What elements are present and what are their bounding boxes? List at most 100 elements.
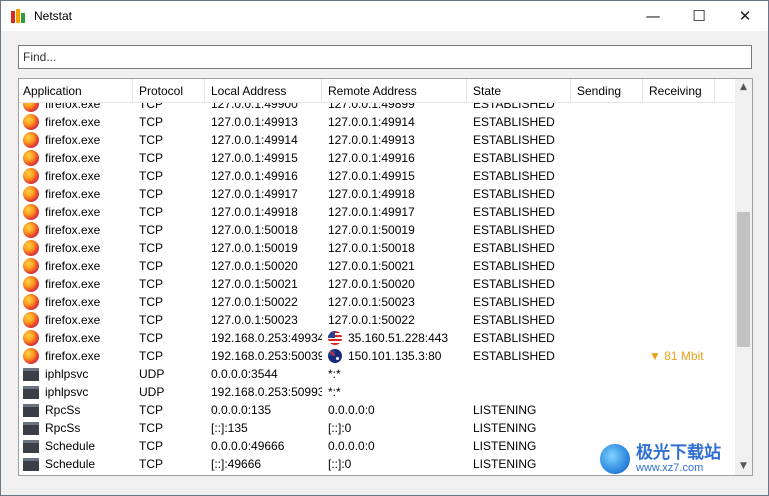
protocol-value: UDP [139,385,165,399]
cell-protocol: TCP [133,167,205,185]
cell-local-address: 127.0.0.1:49914 [205,131,322,149]
column-protocol[interactable]: Protocol [133,79,205,103]
cell-application: iphlpsvc [19,365,133,383]
cell-remote-address: *:* [322,365,467,383]
firefox-icon [23,330,39,346]
application-name: firefox.exe [45,331,101,345]
cell-local-address: 127.0.0.1:49915 [205,149,322,167]
table-row[interactable]: firefox.exe TCP 127.0.0.1:50021 127.0.0.1:5… [19,275,735,293]
table-row[interactable]: firefox.exe TCP 127.0.0.1:49915 127.0.0.1:4… [19,149,735,167]
table-row[interactable]: iphlpsvc UDP 0.0.0.0:3544 *:* [19,365,735,383]
table-row[interactable]: firefox.exe TCP 127.0.0.1:50019 127.0.0.1:5… [19,239,735,257]
table-row[interactable]: firefox.exe TCP 127.0.0.1:49914 127.0.0.1:4… [19,131,735,149]
local-address-value: 127.0.0.1:49913 [211,115,298,129]
column-remote-address[interactable]: Remote Address [322,79,467,103]
protocol-value: TCP [139,313,163,327]
application-name: firefox.exe [45,241,101,255]
table-row[interactable]: iphlpsvc UDP 192.168.0.253:50993 *:* [19,383,735,401]
protocol-value: TCP [139,421,163,435]
remote-address-value: 127.0.0.1:49913 [328,133,415,147]
column-local-address[interactable]: Local Address [205,79,322,103]
local-address-value: 127.0.0.1:50019 [211,241,298,255]
table-row[interactable]: firefox.exe TCP 127.0.0.1:50023 127.0.0.1:5… [19,311,735,329]
connections-list[interactable]: firefox.exe TCP 127.0.0.1:49900 127.0.0.1:4… [18,78,753,476]
cell-receiving [643,257,715,275]
vertical-scrollbar[interactable]: ▲ ▼ [735,79,752,475]
remote-address-value: 150.101.135.3:80 [348,349,442,363]
cell-receiving [643,329,715,347]
cell-application: firefox.exe [19,203,133,221]
table-row[interactable]: firefox.exe TCP 127.0.0.1:49916 127.0.0.1:4… [19,167,735,185]
cell-remote-address: 127.0.0.1:50020 [322,275,467,293]
cell-state: LISTENING [467,401,571,419]
cell-application: firefox.exe [19,221,133,239]
cell-sending [571,149,643,167]
cell-protocol: TCP [133,437,205,455]
cell-local-address: 127.0.0.1:49916 [205,167,322,185]
column-application[interactable]: Application [19,79,133,103]
table-row[interactable]: firefox.exe TCP 127.0.0.1:50020 127.0.0.1:5… [19,257,735,275]
cell-protocol: TCP [133,329,205,347]
cell-sending [571,365,643,383]
cell-receiving [643,167,715,185]
application-name: firefox.exe [45,133,101,147]
column-header: Application Protocol Local Address Remot… [19,79,735,103]
cell-application: Schedule [19,437,133,455]
application-name: firefox.exe [45,313,101,327]
state-value: ESTABLISHED [473,331,555,345]
firefox-icon [23,204,39,220]
table-row[interactable]: firefox.exe TCP 192.168.0.253:49934 35.160.… [19,329,735,347]
application-name: firefox.exe [45,295,101,309]
table-row[interactable]: firefox.exe TCP 127.0.0.1:50022 127.0.0.1:5… [19,293,735,311]
minimize-button[interactable]: — [630,1,676,31]
remote-address-value: 127.0.0.1:49916 [328,151,415,165]
remote-address-value: 127.0.0.1:50020 [328,277,415,291]
close-button[interactable]: ✕ [722,1,768,31]
cell-application: firefox.exe [19,257,133,275]
watermark-url-text: www.xz7.com [636,462,704,474]
firefox-icon [23,348,39,364]
remote-address-value: 127.0.0.1:50018 [328,241,415,255]
cell-protocol: TCP [133,347,205,365]
application-name: iphlpsvc [45,367,89,381]
cell-remote-address: 35.160.51.228:443 [322,329,467,347]
cell-protocol: TCP [133,239,205,257]
column-sending[interactable]: Sending [571,79,643,103]
title-bar[interactable]: Netstat — ☐ ✕ [1,1,768,31]
find-input[interactable] [18,45,752,69]
cell-remote-address: 0.0.0.0:0 [322,401,467,419]
maximize-button[interactable]: ☐ [676,1,722,31]
cell-state: LISTENING [467,455,571,473]
cell-remote-address: 127.0.0.1:50022 [322,311,467,329]
scroll-up-arrow-icon[interactable]: ▲ [735,79,752,96]
cell-sending [571,347,643,365]
state-value: LISTENING [473,439,537,453]
table-row[interactable]: RpcSs TCP [::]:135 [::]:0 LISTENING [19,419,735,437]
remote-address-value: [::]:0 [328,421,352,435]
cell-application: firefox.exe [19,185,133,203]
state-value: ESTABLISHED [473,349,555,363]
cell-application: iphlpsvc [19,383,133,401]
table-row[interactable]: firefox.exe TCP 192.168.0.253:50039 150.101… [19,347,735,365]
cell-sending [571,275,643,293]
table-row[interactable]: firefox.exe TCP 127.0.0.1:49917 127.0.0.1:4… [19,185,735,203]
local-address-value: 0.0.0.0:49666 [211,439,285,453]
receiving-value: ▼ 81 Mbit [649,349,704,363]
column-state[interactable]: State [467,79,571,103]
cell-sending [571,167,643,185]
scrollbar-thumb[interactable] [737,212,750,347]
table-row[interactable]: firefox.exe TCP 127.0.0.1:49918 127.0.0.1:4… [19,203,735,221]
cell-protocol: TCP [133,203,205,221]
remote-address-value: 127.0.0.1:49918 [328,187,415,201]
cell-receiving [643,383,715,401]
remote-address-value: 127.0.0.1:50021 [328,259,415,273]
window-controls: — ☐ ✕ [630,1,768,31]
firefox-icon [23,294,39,310]
table-row[interactable]: RpcSs TCP 0.0.0.0:135 0.0.0.0:0 LISTENING [19,401,735,419]
service-icon [23,385,39,399]
table-row[interactable]: firefox.exe TCP 127.0.0.1:49913 127.0.0.1:4… [19,113,735,131]
table-row[interactable]: firefox.exe TCP 127.0.0.1:50018 127.0.0.1:5… [19,221,735,239]
cell-protocol: TCP [133,293,205,311]
column-receiving[interactable]: Receiving [643,79,715,103]
cell-receiving [643,275,715,293]
